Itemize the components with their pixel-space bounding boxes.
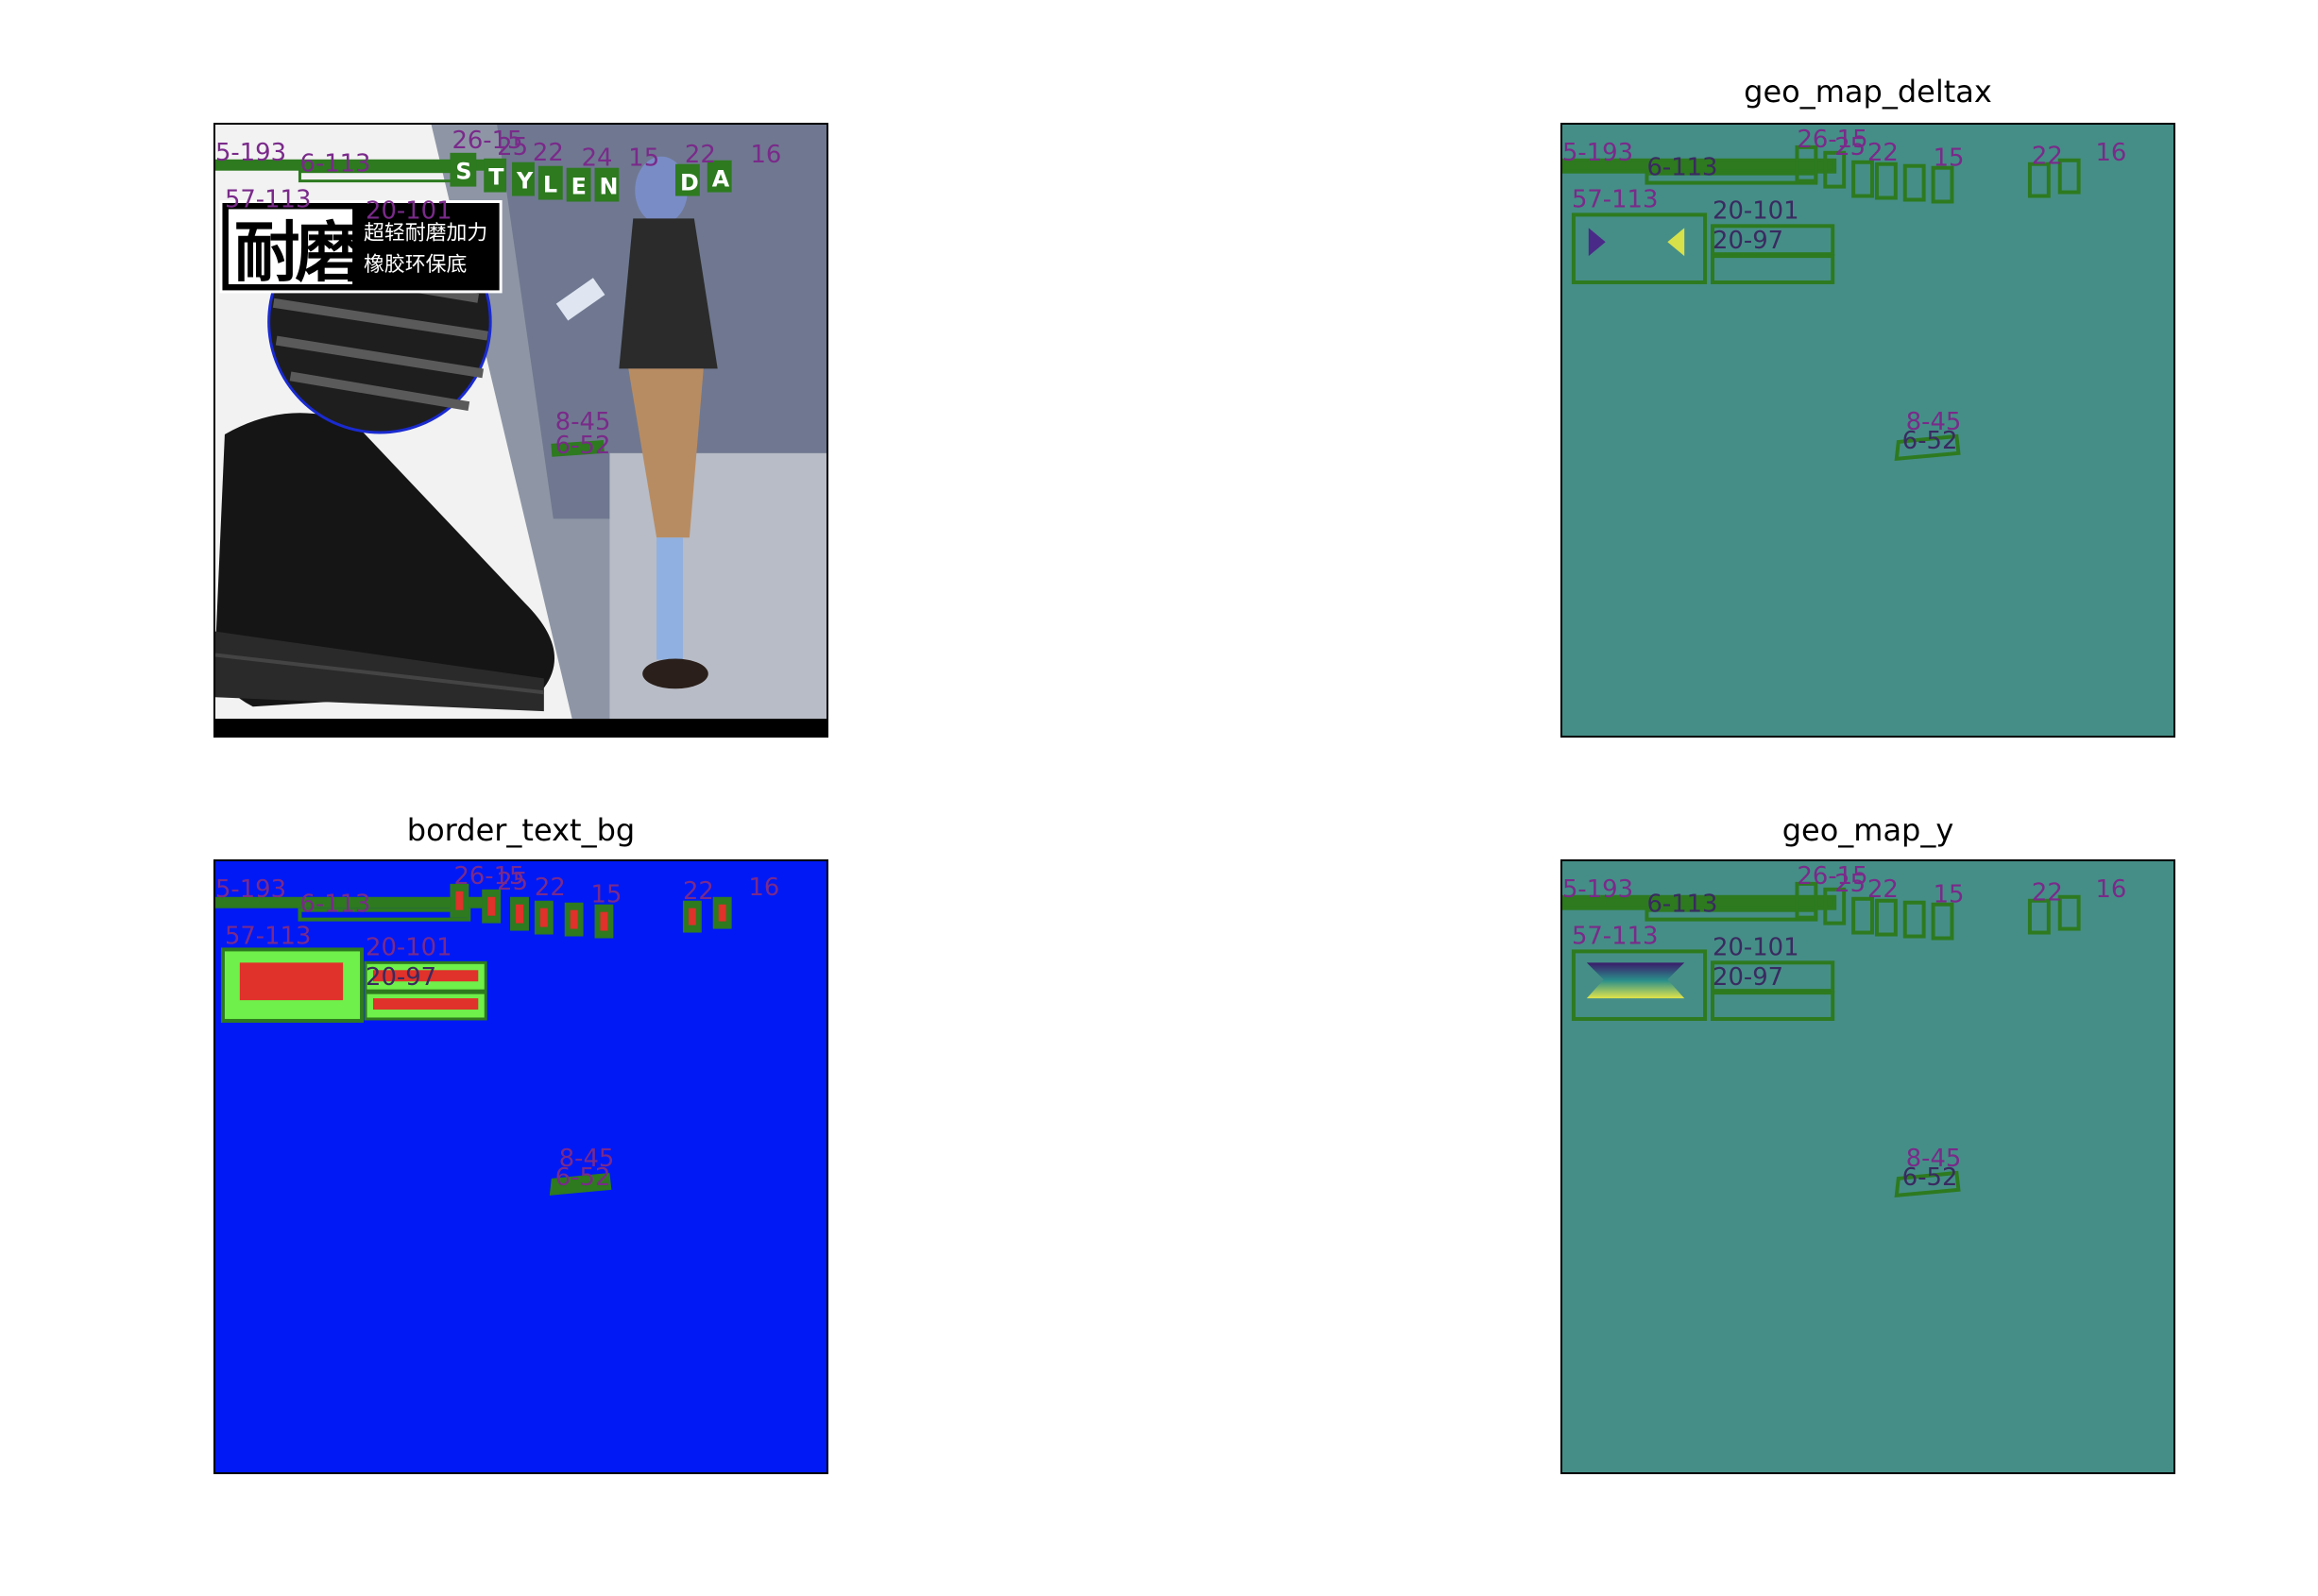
svg-text:15: 15 [1934, 881, 1965, 909]
svg-text:6-52: 6-52 [1902, 427, 1958, 455]
svg-text:Y: Y [516, 168, 534, 195]
svg-text:20-97: 20-97 [366, 963, 436, 992]
image-panel: 耐 磨 超轻耐磨加力 橡胶环保底 S T Y L E N D A 5-193 6… [213, 123, 828, 738]
svg-text:22: 22 [683, 877, 714, 906]
svg-text:24: 24 [582, 144, 613, 173]
svg-text:15: 15 [628, 144, 659, 173]
panel-title-mapy: geo_map_y [1781, 812, 1954, 848]
svg-text:20-101: 20-101 [1713, 933, 1798, 961]
svg-text:20-97: 20-97 [1713, 963, 1783, 992]
svg-text:25: 25 [1834, 870, 1866, 898]
svg-text:20-101: 20-101 [366, 196, 452, 225]
product-photo-icon: 耐 磨 超轻耐磨加力 橡胶环保底 S T Y L E N D A 5-193 6… [215, 125, 827, 736]
svg-text:57-113: 57-113 [225, 185, 311, 213]
svg-text:N: N [599, 174, 618, 200]
svg-text:6-113: 6-113 [1646, 154, 1717, 182]
svg-text:T: T [488, 164, 504, 191]
svg-text:16: 16 [749, 874, 780, 902]
svg-text:20-101: 20-101 [366, 933, 452, 961]
svg-text:6-52: 6-52 [555, 1163, 611, 1192]
svg-text:20-101: 20-101 [1713, 196, 1798, 225]
svg-text:16: 16 [2096, 875, 2127, 904]
panel-title-deltax: geo_map_deltax [1744, 74, 1992, 110]
svg-text:25: 25 [497, 133, 528, 161]
svg-text:15: 15 [591, 881, 622, 909]
svg-text:橡胶环保底: 橡胶环保底 [364, 253, 467, 277]
svg-text:5-193: 5-193 [215, 875, 286, 904]
svg-text:5-193: 5-193 [1562, 875, 1633, 904]
svg-text:25: 25 [497, 868, 528, 896]
mapy-panel: 5-193 6-113 26-15 25 22 15 22 16 57-113 … [1560, 859, 2175, 1474]
svg-text:15: 15 [1934, 144, 1965, 173]
svg-text:20-97: 20-97 [1713, 227, 1783, 255]
border-panel: 5-193 6-113 26-15 25 22 15 22 16 57-113 … [213, 859, 828, 1474]
svg-text:22: 22 [1867, 875, 1899, 904]
svg-text:22: 22 [1867, 139, 1899, 167]
deltax-panel: 5-193 6-113 26-15 25 22 15 22 16 57-113 … [1560, 123, 2175, 738]
svg-text:25: 25 [1834, 133, 1866, 161]
svg-text:5-193: 5-193 [1562, 139, 1633, 167]
svg-text:22: 22 [533, 139, 564, 167]
svg-text:6-113: 6-113 [299, 150, 370, 178]
svg-text:22: 22 [535, 874, 566, 902]
panel-title-border: border_text_bg [406, 812, 636, 848]
svg-text:57-113: 57-113 [1572, 185, 1658, 213]
svg-text:E: E [571, 174, 587, 200]
svg-text:16: 16 [2096, 139, 2127, 167]
svg-text:22: 22 [2032, 879, 2063, 908]
svg-text:57-113: 57-113 [225, 922, 311, 950]
svg-text:D: D [680, 170, 699, 196]
svg-text:22: 22 [2032, 143, 2063, 171]
svg-text:S: S [455, 159, 471, 185]
svg-text:磨: 磨 [295, 214, 361, 291]
svg-text:6-52: 6-52 [1902, 1163, 1958, 1192]
svg-text:L: L [543, 172, 557, 198]
svg-text:6-113: 6-113 [1646, 891, 1717, 919]
svg-text:耐: 耐 [234, 214, 300, 291]
svg-text:16: 16 [750, 141, 781, 169]
svg-text:22: 22 [685, 141, 716, 169]
svg-text:6-113: 6-113 [299, 891, 370, 919]
svg-text:6-52: 6-52 [555, 432, 611, 460]
svg-text:A: A [712, 166, 730, 193]
svg-text:5-193: 5-193 [215, 139, 286, 167]
svg-text:57-113: 57-113 [1572, 922, 1658, 950]
